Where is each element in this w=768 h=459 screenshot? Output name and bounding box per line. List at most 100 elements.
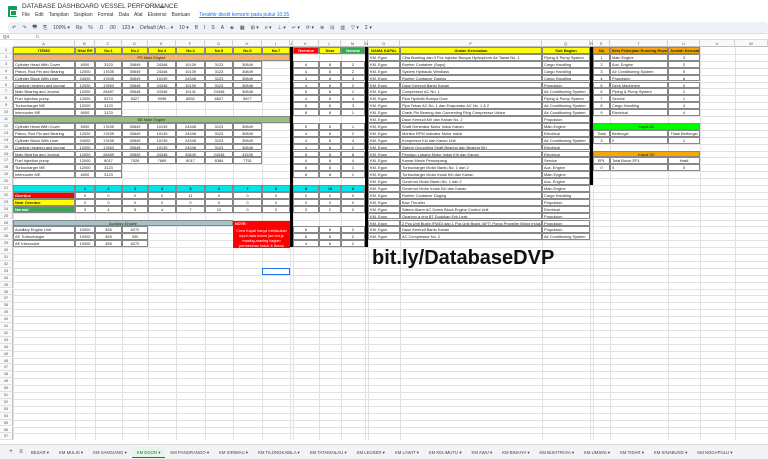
row-header[interactable]: 10 [0,109,13,116]
cell-t18[interactable]: 0 [610,164,668,172]
cell-q16[interactable]: Electrical [542,150,590,158]
toolbar-button[interactable]: ↵ ▾ [292,25,300,31]
cell-k17[interactable]: 4 [293,157,319,165]
row-header[interactable]: 51 [0,392,13,399]
cell-s10[interactable]: 9 [593,109,610,116]
sheet-tab-km-umsini[interactable]: KM UMSINI ▾ [579,447,615,458]
cell-a7[interactable]: Main Bearing and Journal [13,88,75,96]
sheet-tab-km-sangiang[interactable]: KM SANGIANG ▾ [88,447,132,458]
column-header-g[interactable]: G [205,40,233,47]
cell-g23[interactable]: 0 [205,198,233,206]
row-header[interactable]: 22 [0,191,13,199]
row-header[interactable]: 11 [0,116,13,123]
cell-f21[interactable]: 5 [176,185,205,192]
cell-p28[interactable]: AC Compressor No. 2 [400,233,542,241]
cell-b13[interactable]: 12000 [75,129,95,137]
sheet-tab-km-lawit[interactable]: KM LAWIT ▾ [390,447,424,458]
cell-m29[interactable]: 2 [341,240,365,248]
cell-o21[interactable]: KM. Egon [368,185,400,192]
toolbar-button[interactable]: 123 ▾ [122,25,134,31]
cell-f3[interactable]: 10139 [176,60,205,68]
cell-f24[interactable]: 7 [176,205,205,213]
cell-h4[interactable]: 30849 [233,67,262,75]
cell-m7[interactable]: 1 [341,88,365,96]
cell-c1[interactable]: No.1 [95,47,122,54]
row-header[interactable]: 2 [0,53,13,61]
cell-p13[interactable]: Monitor RPM Indicator Motor Induk [400,129,542,137]
cell-p23[interactable]: Bow Thruster [400,198,542,206]
cell-m15[interactable]: 2 [341,143,365,151]
cell-d14[interactable]: 30849 [122,136,148,144]
cell-t1[interactable]: Item Pekerjaan Running Repair [610,47,668,54]
cell-t17[interactable]: Total Bocor EPL [610,157,668,165]
column-header-u[interactable]: U [668,40,700,47]
cell-p10[interactable]: Crank Pin Bearing dan Connecting Ring Co… [400,109,542,116]
chevron-down-icon[interactable]: ▾ [526,450,529,455]
cell-l16[interactable]: 8 [319,150,341,158]
cell-a24[interactable]: Normal [13,205,75,213]
cell-k10[interactable]: 8 [293,109,319,116]
row-header[interactable]: 44 [0,343,13,351]
cell-e16[interactable]: 24348 [148,150,176,158]
cell-a3[interactable]: Cylinder Head With Cover [13,60,75,68]
cell-a21[interactable] [13,185,75,192]
add-sheet-button[interactable]: + [6,449,16,455]
cell-f14[interactable]: 24348 [176,136,205,144]
cell-d4[interactable]: 30849 [122,67,148,75]
cell-c8[interactable]: 5274 [95,95,122,103]
cell-q18[interactable]: Aux. Engine [542,164,590,172]
row-header[interactable]: 6 [0,81,13,89]
cell-g3[interactable]: 3123 [205,60,233,68]
cell-l3[interactable]: 8 [319,60,341,68]
cell-k19[interactable]: 6 [293,171,319,179]
cell-l22[interactable]: 0 [319,191,341,199]
toolbar-button[interactable]: % [88,25,92,31]
cell-c6[interactable]: 17663 [95,81,122,89]
cell-s13[interactable]: Total [593,129,610,137]
cell-s14[interactable]: 3 [593,136,610,144]
cell-c27[interactable]: 455 [95,226,122,234]
column-header-m[interactable]: M [341,40,365,47]
toolbar-button[interactable]: ⊕ [320,25,324,31]
cell-m16[interactable]: 8 [341,150,365,158]
cell-k6[interactable]: 4 [293,81,319,89]
cell-b23[interactable]: 0 [75,198,95,206]
cell-d24[interactable]: 5 [122,205,148,213]
sheet-tab-km-pangrango[interactable]: KM PANGRANGO ▾ [165,447,214,458]
row-header[interactable]: 17 [0,157,13,165]
cell-c19[interactable]: 3123 [95,171,122,179]
cell-c15[interactable]: 17663 [95,143,122,151]
cell-o7[interactable]: KM. Egon [368,88,400,96]
chevron-down-icon[interactable]: ▾ [729,450,732,455]
cell-o22[interactable]: KM. Egon [368,191,400,199]
cell-h21[interactable]: 7 [233,185,262,192]
row-header[interactable]: 47 [0,364,13,372]
cell-d12[interactable]: 30849 [122,122,148,130]
cell-p5[interactable]: Roeher Container Daging [400,74,542,82]
cell-o26[interactable]: KM. Egon [368,219,400,227]
cell-t6[interactable]: Deck Machinery [610,81,668,89]
toolbar-button[interactable]: ▥ [340,25,345,31]
column-header-s[interactable]: S [593,40,610,47]
star-move-cloud-icons[interactable]: ☆ ⇪ ☁ [145,3,165,10]
cell-k28[interactable]: 6 [293,233,319,241]
cell-q21[interactable]: Main Engine [542,185,590,192]
cell-e13[interactable]: 10139 [148,129,176,137]
cell-q26[interactable]: Propulsion [542,219,590,227]
column-header-b[interactable]: B [75,40,95,47]
row-header[interactable]: 34 [0,274,13,282]
cell-d6[interactable]: 30848 [122,81,148,89]
cell-a27[interactable]: Auxiliary Engine Unit [13,226,75,234]
row-header[interactable]: 42 [0,329,13,337]
cell-a9[interactable]: Turbocharger ME [13,102,75,110]
sheet-tab-km-tatamailau[interactable]: KM TATAMAILAU ▾ [305,447,352,458]
cell-h13[interactable]: 30849 [233,129,262,137]
cell-b15[interactable]: 12000 [75,143,95,151]
cell-q15[interactable]: Electrical [542,143,590,151]
sheet-tab-km-tidar[interactable]: KM TIDAR ▾ [615,447,649,458]
cell-m17[interactable]: 4 [341,157,365,165]
cell-t10[interactable]: Electrical [610,109,668,116]
cell-h3[interactable]: 30849 [233,60,262,68]
chevron-down-icon[interactable]: ▾ [458,450,461,455]
cell-a13[interactable]: Piston, Rod Pin and Bearing [13,129,75,137]
